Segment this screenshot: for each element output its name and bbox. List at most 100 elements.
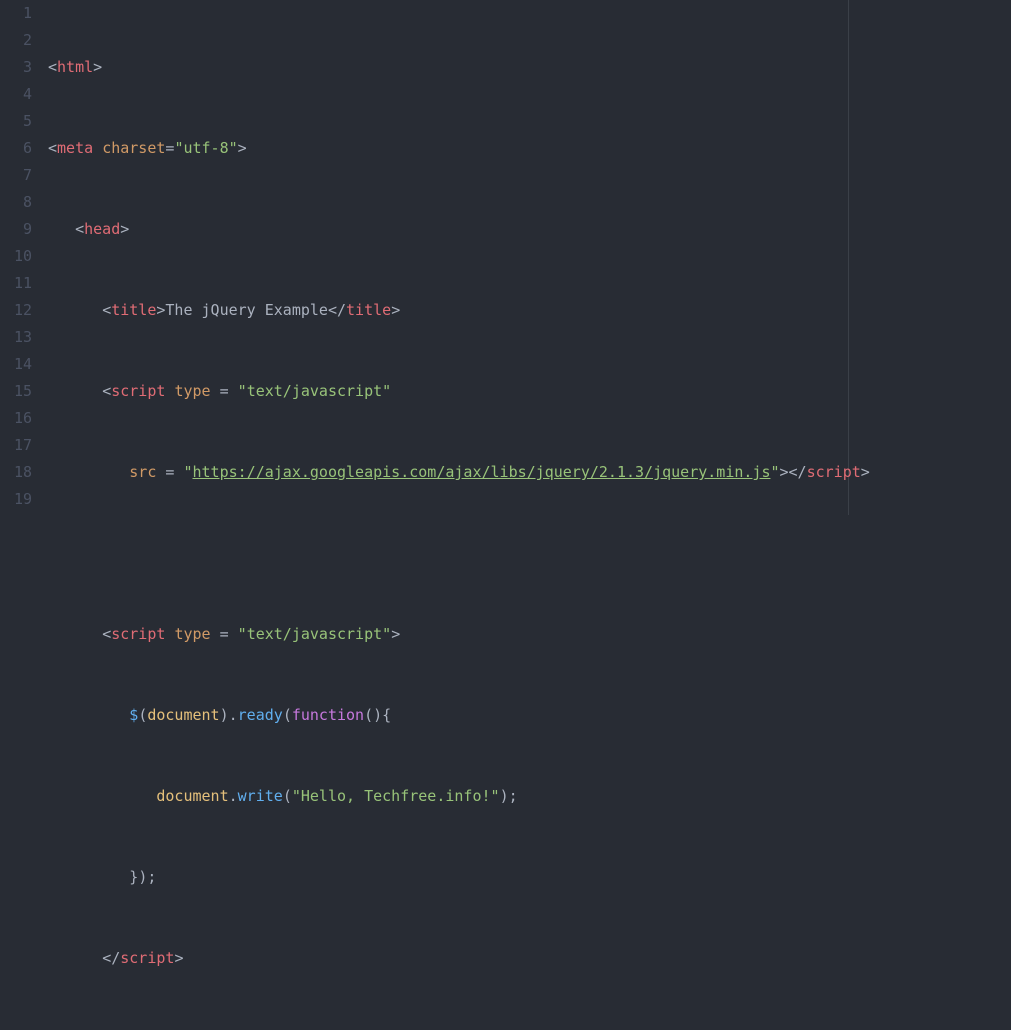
line-number: 4 — [0, 81, 32, 108]
punct: < — [48, 58, 57, 76]
punct: = — [211, 382, 238, 400]
keyword: function — [292, 706, 364, 724]
code-line[interactable]: <title>The jQuery Example</title> — [48, 297, 870, 324]
code-line[interactable]: <head> — [48, 216, 870, 243]
punct: ; — [509, 787, 518, 805]
code-line[interactable]: <meta charset="utf-8"> — [48, 135, 870, 162]
line-number: 7 — [0, 162, 32, 189]
code-line[interactable]: }); — [48, 864, 870, 891]
punct: ) — [138, 868, 147, 886]
line-number: 8 — [0, 189, 32, 216]
identifier: document — [147, 706, 219, 724]
punct: </ — [789, 463, 807, 481]
punct: . — [229, 706, 238, 724]
line-number: 1 — [0, 0, 32, 27]
punct: ( — [283, 787, 292, 805]
line-number: 15 — [0, 378, 32, 405]
string: "text/javascript" — [238, 382, 392, 400]
punct: { — [382, 706, 391, 724]
punct: > — [238, 139, 247, 157]
punct: > — [174, 949, 183, 967]
attr-name: type — [174, 382, 210, 400]
indent — [48, 301, 102, 319]
line-number: 14 — [0, 351, 32, 378]
code-line[interactable]: <html> — [48, 54, 870, 81]
punct: } — [129, 868, 138, 886]
code-line[interactable]: </head> — [48, 1026, 870, 1030]
punct: ( — [364, 706, 373, 724]
code-editor[interactable]: <html> <meta charset="utf-8"> <head> <ti… — [48, 0, 870, 1030]
punct: </ — [102, 949, 120, 967]
punct: < — [102, 625, 111, 643]
line-number: 19 — [0, 486, 32, 513]
indent — [48, 787, 156, 805]
indent — [48, 868, 129, 886]
punct: </ — [328, 301, 346, 319]
punct: < — [48, 139, 57, 157]
line-number: 5 — [0, 108, 32, 135]
code-line[interactable]: <script type = "text/javascript"> — [48, 621, 870, 648]
code-line[interactable]: </script> — [48, 945, 870, 972]
line-number: 9 — [0, 216, 32, 243]
punct: ( — [283, 706, 292, 724]
punct: ) — [373, 706, 382, 724]
line-number: 18 — [0, 459, 32, 486]
indent — [48, 949, 102, 967]
punct: > — [391, 301, 400, 319]
tag-name: title — [111, 301, 156, 319]
code-line[interactable]: src = "https://ajax.googleapis.com/ajax/… — [48, 459, 870, 486]
line-number: 2 — [0, 27, 32, 54]
indent — [48, 625, 102, 643]
code-line[interactable]: document.write("Hello, Techfree.info!"); — [48, 783, 870, 810]
string: "Hello, Techfree.info!" — [292, 787, 500, 805]
method: write — [238, 787, 283, 805]
line-number: 16 — [0, 405, 32, 432]
indent — [48, 706, 129, 724]
jquery-dollar: $ — [129, 706, 138, 724]
line-number: 12 — [0, 297, 32, 324]
method: ready — [238, 706, 283, 724]
punct: ; — [147, 868, 156, 886]
punct: ( — [138, 706, 147, 724]
tag-name: script — [111, 625, 165, 643]
punct: = — [211, 625, 238, 643]
space — [93, 139, 102, 157]
space — [165, 625, 174, 643]
punct: > — [391, 625, 400, 643]
indent — [48, 463, 129, 481]
punct: ) — [220, 706, 229, 724]
line-number: 13 — [0, 324, 32, 351]
line-number: 11 — [0, 270, 32, 297]
identifier: document — [156, 787, 228, 805]
string: "utf-8" — [174, 139, 237, 157]
line-number: 17 — [0, 432, 32, 459]
punct: < — [102, 301, 111, 319]
line-number: 10 — [0, 243, 32, 270]
line-number: 3 — [0, 54, 32, 81]
punct: . — [229, 787, 238, 805]
url-link[interactable]: https://ajax.googleapis.com/ajax/libs/jq… — [193, 463, 771, 481]
code-line[interactable] — [48, 540, 870, 567]
tag-name: script — [807, 463, 861, 481]
punct: > — [120, 220, 129, 238]
punct: ) — [500, 787, 509, 805]
code-line[interactable]: $(document).ready(function(){ — [48, 702, 870, 729]
tag-name: script — [111, 382, 165, 400]
punct: < — [75, 220, 84, 238]
punct: > — [780, 463, 789, 481]
tag-name: html — [57, 58, 93, 76]
string: "https://ajax.googleapis.com/ajax/libs/j… — [183, 463, 779, 481]
string: "text/javascript" — [238, 625, 392, 643]
punct: < — [102, 382, 111, 400]
text-content: The jQuery Example — [165, 301, 328, 319]
indent — [48, 382, 102, 400]
tag-name: title — [346, 301, 391, 319]
tag-name: script — [120, 949, 174, 967]
line-number: 6 — [0, 135, 32, 162]
attr-name: src — [129, 463, 156, 481]
attr-name: charset — [102, 139, 165, 157]
indent — [48, 220, 75, 238]
line-number-gutter: 1 2 3 4 5 6 7 8 9 10 11 12 13 14 15 16 1… — [0, 0, 42, 513]
tag-name: head — [84, 220, 120, 238]
code-line[interactable]: <script type = "text/javascript" — [48, 378, 870, 405]
